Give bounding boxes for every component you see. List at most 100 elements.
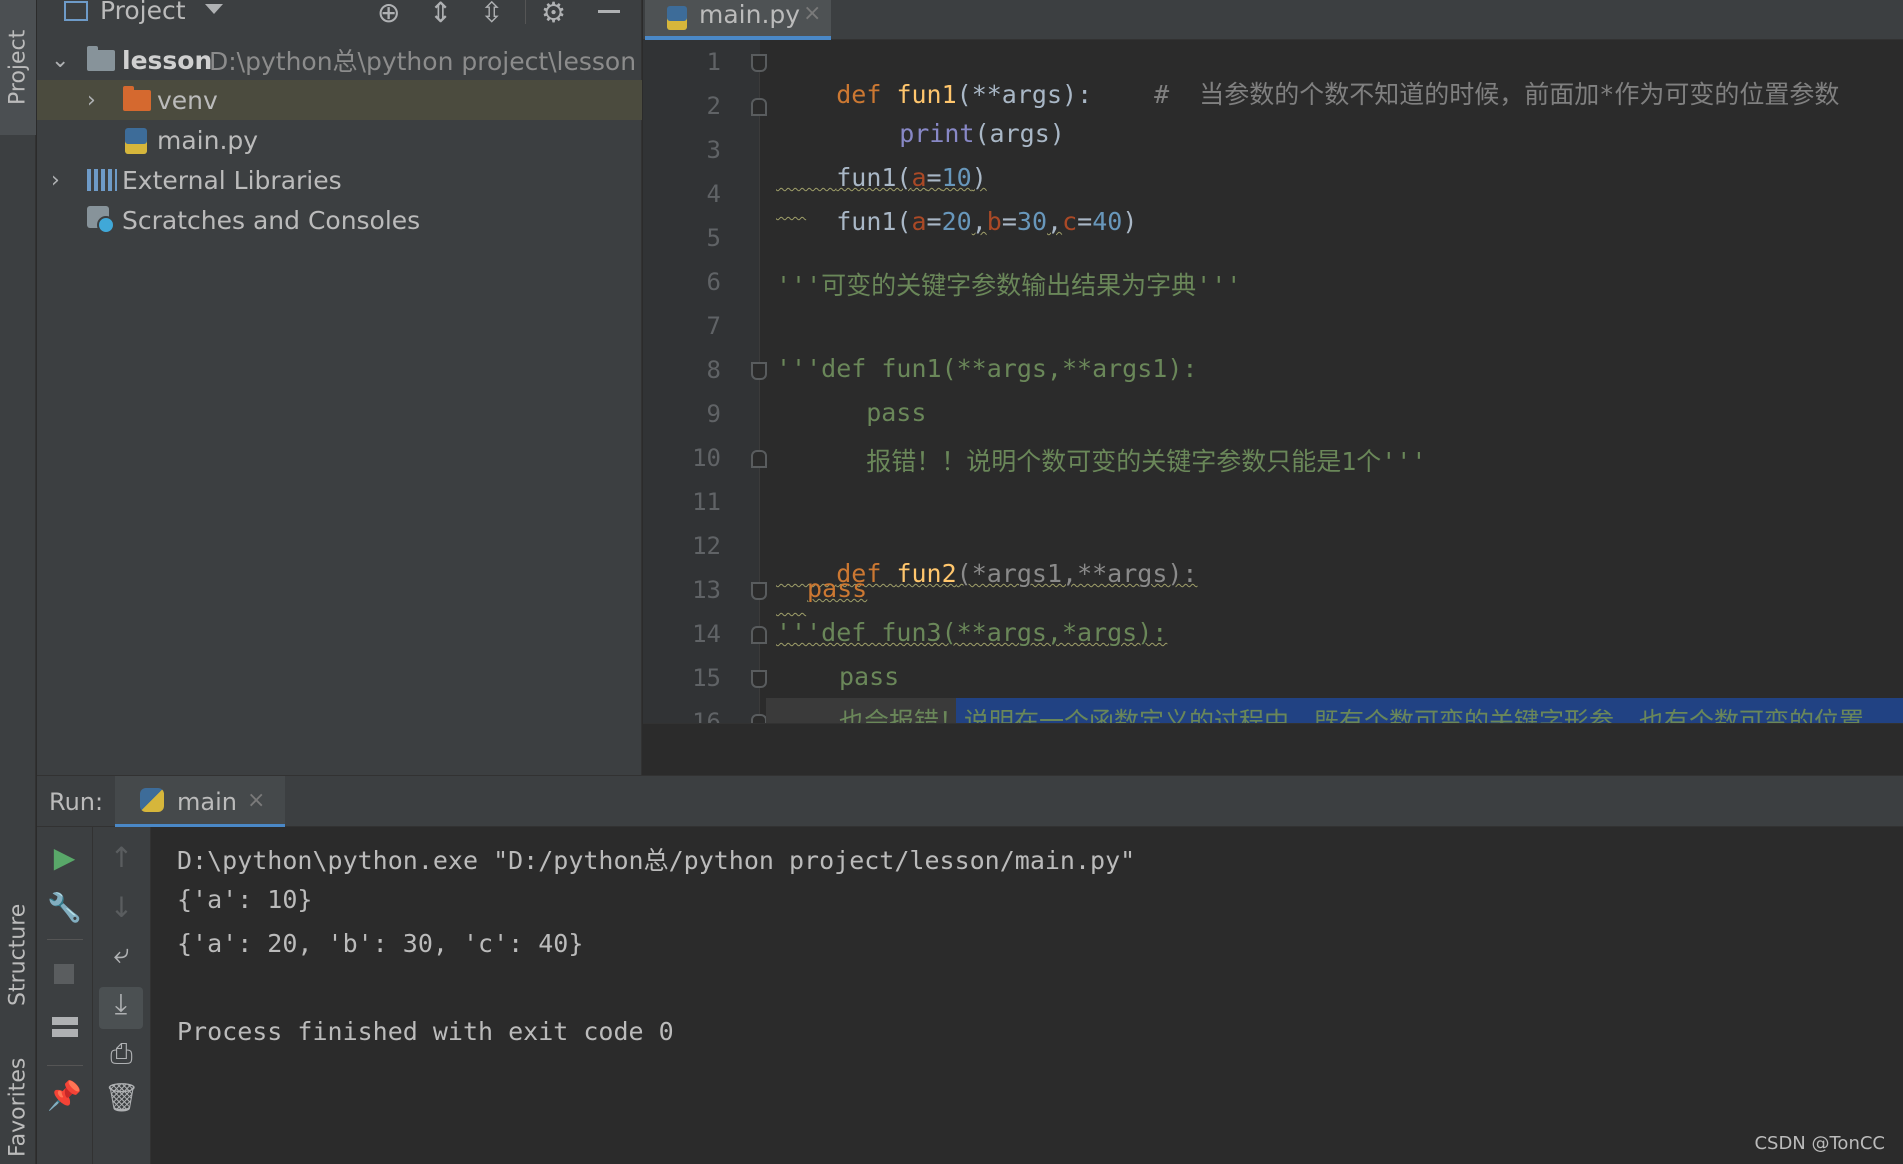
- folder-icon: [123, 85, 151, 111]
- line-number: 15: [692, 664, 721, 692]
- editor-tab-label: main.py: [699, 0, 801, 29]
- console-line: D:\python\python.exe "D:/python总/python …: [177, 846, 1136, 875]
- tree-item-main-py[interactable]: main.py: [37, 120, 642, 160]
- code-text: (*args1,**args):: [956, 559, 1198, 588]
- tree-item-path: D:\python总\python project\lesson: [209, 47, 637, 76]
- chevron-down-icon[interactable]: ⌄: [51, 48, 69, 73]
- close-icon[interactable]: ×: [803, 1, 821, 26]
- wrench-icon[interactable]: 🔧: [37, 891, 92, 924]
- toolbar-divider: [47, 1065, 83, 1066]
- locate-icon[interactable]: ⊕: [377, 0, 400, 29]
- code-text: fun1(: [836, 207, 912, 236]
- fold-marker-icon[interactable]: [751, 714, 767, 723]
- project-view-icon: [64, 1, 88, 21]
- tree-item-label: main.py: [157, 125, 259, 155]
- python-file-icon: [125, 128, 147, 154]
- code-line-16: 也会报错！说明在一个函数定义的过程中，既有个数可变的关键字形参，也有个数可变的位…: [839, 707, 1865, 723]
- line-number: 7: [706, 312, 721, 340]
- chevron-down-icon[interactable]: [205, 4, 223, 14]
- console-line: Process finished with exit code 0: [177, 1017, 674, 1046]
- tree-item-lesson[interactable]: ⌄ lesson D:\python总\python project\lesso…: [37, 40, 642, 80]
- line-number: 4: [706, 180, 721, 208]
- fold-marker-icon[interactable]: [751, 362, 767, 380]
- tree-item-label: External Libraries: [122, 165, 342, 195]
- code-text: (args): [974, 119, 1065, 148]
- line-number: 1: [706, 48, 721, 76]
- structure-tool-tab[interactable]: Structure: [0, 880, 36, 1030]
- pin-icon[interactable]: 📌: [37, 1079, 92, 1112]
- print-icon[interactable]: ⎙: [93, 1037, 150, 1071]
- editor-bottom-area: [643, 723, 1903, 775]
- watermark: CSDN @TonCC: [1754, 1133, 1885, 1154]
- arrow-up-icon[interactable]: ↑: [93, 841, 150, 874]
- fold-marker-icon[interactable]: [751, 670, 767, 688]
- tree-item-external-libraries[interactable]: › External Libraries: [37, 160, 642, 200]
- run-toolbar-secondary: ↑ ↓ ⤶ ⤓ ⎙ 🗑: [93, 827, 151, 1164]
- code-line-15: pass: [839, 662, 900, 691]
- project-panel-header: Project ⊕ ⇕ ⇳ ⚙: [37, 0, 642, 29]
- minimize-icon[interactable]: [598, 10, 620, 13]
- parameter-name: c: [1062, 207, 1078, 236]
- project-panel-title[interactable]: Project: [100, 0, 186, 25]
- tree-item-venv[interactable]: › venv: [37, 80, 642, 120]
- fold-marker-icon[interactable]: [751, 626, 767, 644]
- project-panel: Project ⊕ ⇕ ⇳ ⚙ ⌄ lesson D:\python总\pyth…: [37, 0, 642, 775]
- line-number: 8: [706, 356, 721, 384]
- chevron-right-icon[interactable]: ›: [51, 168, 60, 193]
- expand-all-icon[interactable]: ⇕: [429, 0, 452, 29]
- arrow-down-icon[interactable]: ↓: [93, 891, 150, 924]
- editor-tab-bar: main.py ×: [643, 0, 1903, 40]
- fold-marker-icon[interactable]: [751, 98, 767, 116]
- console-line: {'a': 20, 'b': 30, 'c': 40}: [177, 929, 584, 958]
- favorites-tool-tab[interactable]: Favorites: [0, 1050, 36, 1164]
- run-toolbar-primary: ▶ 🔧 📌: [37, 827, 93, 1164]
- favorites-tool-tab-label: Favorites: [5, 1057, 31, 1157]
- code-editor[interactable]: 1 2 3 4 5 6 7 8 9 10 11 12 13 14 15 16 d…: [643, 40, 1903, 723]
- editor-tab-main-py[interactable]: main.py ×: [645, 0, 831, 40]
- number-literal: 20: [941, 207, 972, 236]
- layout-icon[interactable]: [52, 1017, 78, 1037]
- fold-marker-icon[interactable]: [751, 450, 767, 468]
- line-number: 10: [692, 444, 721, 472]
- number-literal: 40: [1092, 207, 1123, 236]
- run-panel-header: Run: main ×: [37, 775, 1903, 828]
- line-number: 2: [706, 92, 721, 120]
- run-tab-label: main: [177, 788, 237, 816]
- left-tool-strip: Project Structure Favorites: [0, 0, 36, 1164]
- code-line-10: 报错！！说明个数可变的关键字参数只能是1个''': [806, 447, 1427, 476]
- fold-marker-icon[interactable]: [751, 582, 767, 600]
- run-tab-main[interactable]: main ×: [115, 776, 285, 828]
- fold-marker-icon[interactable]: [751, 54, 767, 72]
- chevron-right-icon[interactable]: ›: [87, 88, 96, 113]
- rerun-icon[interactable]: ▶: [37, 841, 92, 874]
- line-number: 13: [692, 576, 721, 604]
- fold-guide: [759, 54, 760, 723]
- scroll-to-end-icon[interactable]: ⤓: [99, 987, 143, 1029]
- line-number: 6: [706, 268, 721, 296]
- tree-item-scratches[interactable]: Scratches and Consoles: [37, 200, 642, 240]
- line-number: 11: [692, 488, 721, 516]
- folder-icon: [87, 45, 115, 71]
- line-number: 12: [692, 532, 721, 560]
- run-console[interactable]: D:\python\python.exe "D:/python总/python …: [151, 827, 1903, 1164]
- soft-wrap-icon[interactable]: ⤶: [93, 937, 150, 971]
- project-tool-tab-label: Project: [5, 29, 31, 106]
- parameter-name: a: [911, 207, 927, 236]
- trash-icon[interactable]: 🗑: [93, 1081, 150, 1114]
- gear-icon[interactable]: ⚙: [541, 0, 566, 29]
- project-tool-tab[interactable]: Project: [0, 0, 36, 135]
- line-number: 3: [706, 136, 721, 164]
- close-icon[interactable]: ×: [247, 788, 265, 813]
- library-icon: [87, 169, 117, 191]
- line-number: 5: [706, 224, 721, 252]
- python-icon: [140, 788, 164, 812]
- clock-icon: [97, 216, 115, 234]
- stop-icon[interactable]: [54, 964, 74, 984]
- line-number: 14: [692, 620, 721, 648]
- line-number-gutter: 1 2 3 4 5 6 7 8 9 10 11 12 13 14 15 16: [643, 40, 760, 723]
- code-line-4: fun1(a=20,b=30,c=40): [836, 207, 1138, 236]
- code-line-9: pass: [806, 398, 927, 427]
- code-line-8: '''def fun1(**args,**args1):: [776, 354, 1198, 383]
- code-line-14: '''def fun3(**args,*args):: [776, 618, 1168, 647]
- collapse-all-icon[interactable]: ⇳: [480, 0, 503, 29]
